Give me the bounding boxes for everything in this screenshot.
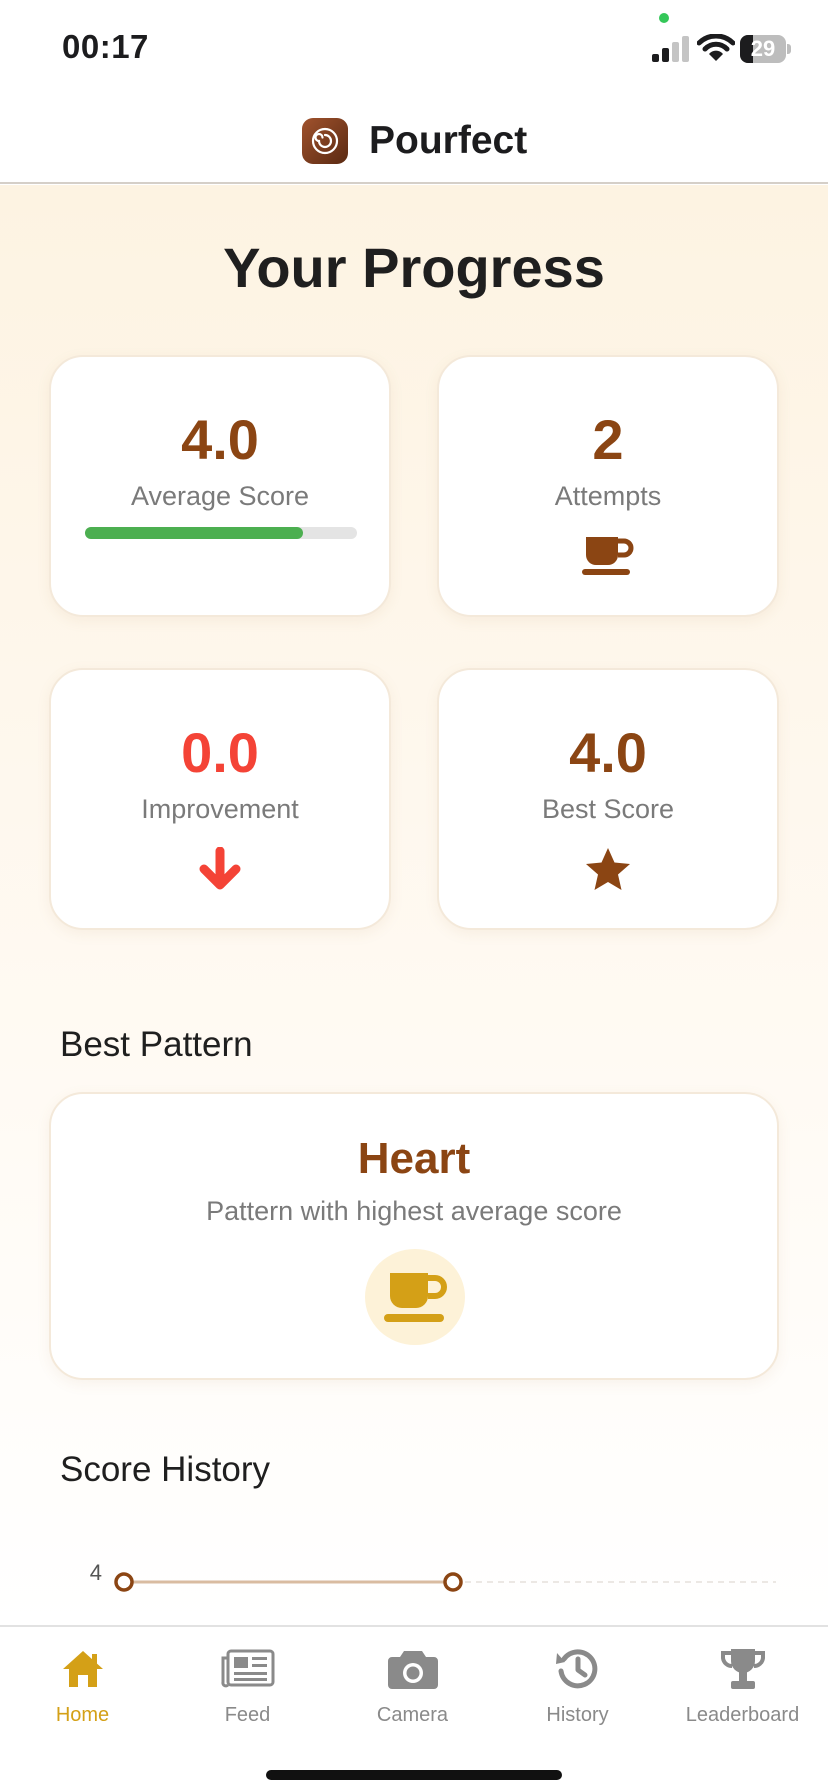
progress-screen: 00:17 29 Pourfect Your Progress 4.0 Aver… xyxy=(0,0,828,1792)
latte-art-swirl-icon xyxy=(302,118,348,164)
tab-camera[interactable]: Camera xyxy=(330,1645,495,1735)
tab-camera-label: Camera xyxy=(376,1704,449,1726)
battery-level: 29 xyxy=(750,36,776,61)
attempts-card: 2 Attempts xyxy=(437,355,779,617)
tab-feed[interactable]: Feed xyxy=(165,1645,330,1735)
best-score-card: 4.0 Best Score xyxy=(437,668,779,930)
best-pattern-name: Heart xyxy=(357,1134,471,1183)
tab-history-label: History xyxy=(546,1704,609,1726)
tab-bar: Home Feed Camera History Leaderboard xyxy=(0,1625,828,1792)
star-icon xyxy=(439,844,777,894)
coffee-cup-icon xyxy=(365,1249,465,1345)
y-tick-label: 4 xyxy=(90,1560,102,1585)
tab-history[interactable]: History xyxy=(495,1645,660,1735)
coffee-cup-icon xyxy=(439,531,777,581)
battery-body: 29 xyxy=(740,35,786,63)
tab-leaderboard[interactable]: Leaderboard xyxy=(660,1645,825,1735)
app-name: Pourfect xyxy=(369,119,528,162)
best-score-label: Best Score xyxy=(541,794,675,824)
tab-feed-label: Feed xyxy=(224,1704,271,1726)
tab-home-label: Home xyxy=(55,1704,110,1726)
page-title: Your Progress xyxy=(223,236,605,299)
privacy-indicator-dot xyxy=(659,13,669,23)
wifi-icon xyxy=(697,34,735,61)
best-pattern-description: Pattern with highest average score xyxy=(206,1196,622,1226)
tab-home[interactable]: Home xyxy=(0,1645,165,1735)
tab-leaderboard-label: Leaderboard xyxy=(685,1704,800,1726)
battery-tip xyxy=(787,44,791,54)
attempts-value: 2 xyxy=(592,408,624,471)
average-score-value: 4.0 xyxy=(181,408,259,471)
newspaper-icon xyxy=(165,1645,330,1693)
camera-icon xyxy=(330,1645,495,1693)
improvement-value: 0.0 xyxy=(181,721,259,784)
improvement-label: Improvement xyxy=(141,794,299,824)
battery-icon: 29 xyxy=(740,35,791,63)
attempts-label: Attempts xyxy=(554,481,662,511)
best-score-value: 4.0 xyxy=(569,721,647,784)
cellular-signal-icon xyxy=(652,36,689,62)
main-content[interactable]: Your Progress 4.0 Average Score 2 Attemp… xyxy=(0,185,828,1625)
average-score-progress-fill xyxy=(85,527,303,539)
score-history-heading: Score History xyxy=(60,1450,271,1489)
trophy-icon xyxy=(660,1645,825,1693)
home-icon xyxy=(0,1645,165,1693)
data-point xyxy=(114,1572,134,1592)
nav-header: Pourfect xyxy=(0,100,828,184)
score-history-chart: 4 xyxy=(90,1560,776,1592)
average-score-progress-bar xyxy=(85,527,357,539)
status-bar: 00:17 29 xyxy=(0,0,828,100)
data-point xyxy=(443,1572,463,1592)
average-score-card: 4.0 Average Score xyxy=(49,355,391,617)
best-pattern-card[interactable]: Heart Pattern with highest average score xyxy=(49,1092,779,1380)
average-score-label: Average Score xyxy=(130,481,310,511)
arrow-down-icon xyxy=(51,844,389,894)
best-pattern-heading: Best Pattern xyxy=(60,1025,253,1064)
improvement-card: 0.0 Improvement xyxy=(49,668,391,930)
history-icon xyxy=(495,1645,660,1693)
home-indicator[interactable] xyxy=(266,1770,562,1780)
status-time: 00:17 xyxy=(62,28,149,65)
